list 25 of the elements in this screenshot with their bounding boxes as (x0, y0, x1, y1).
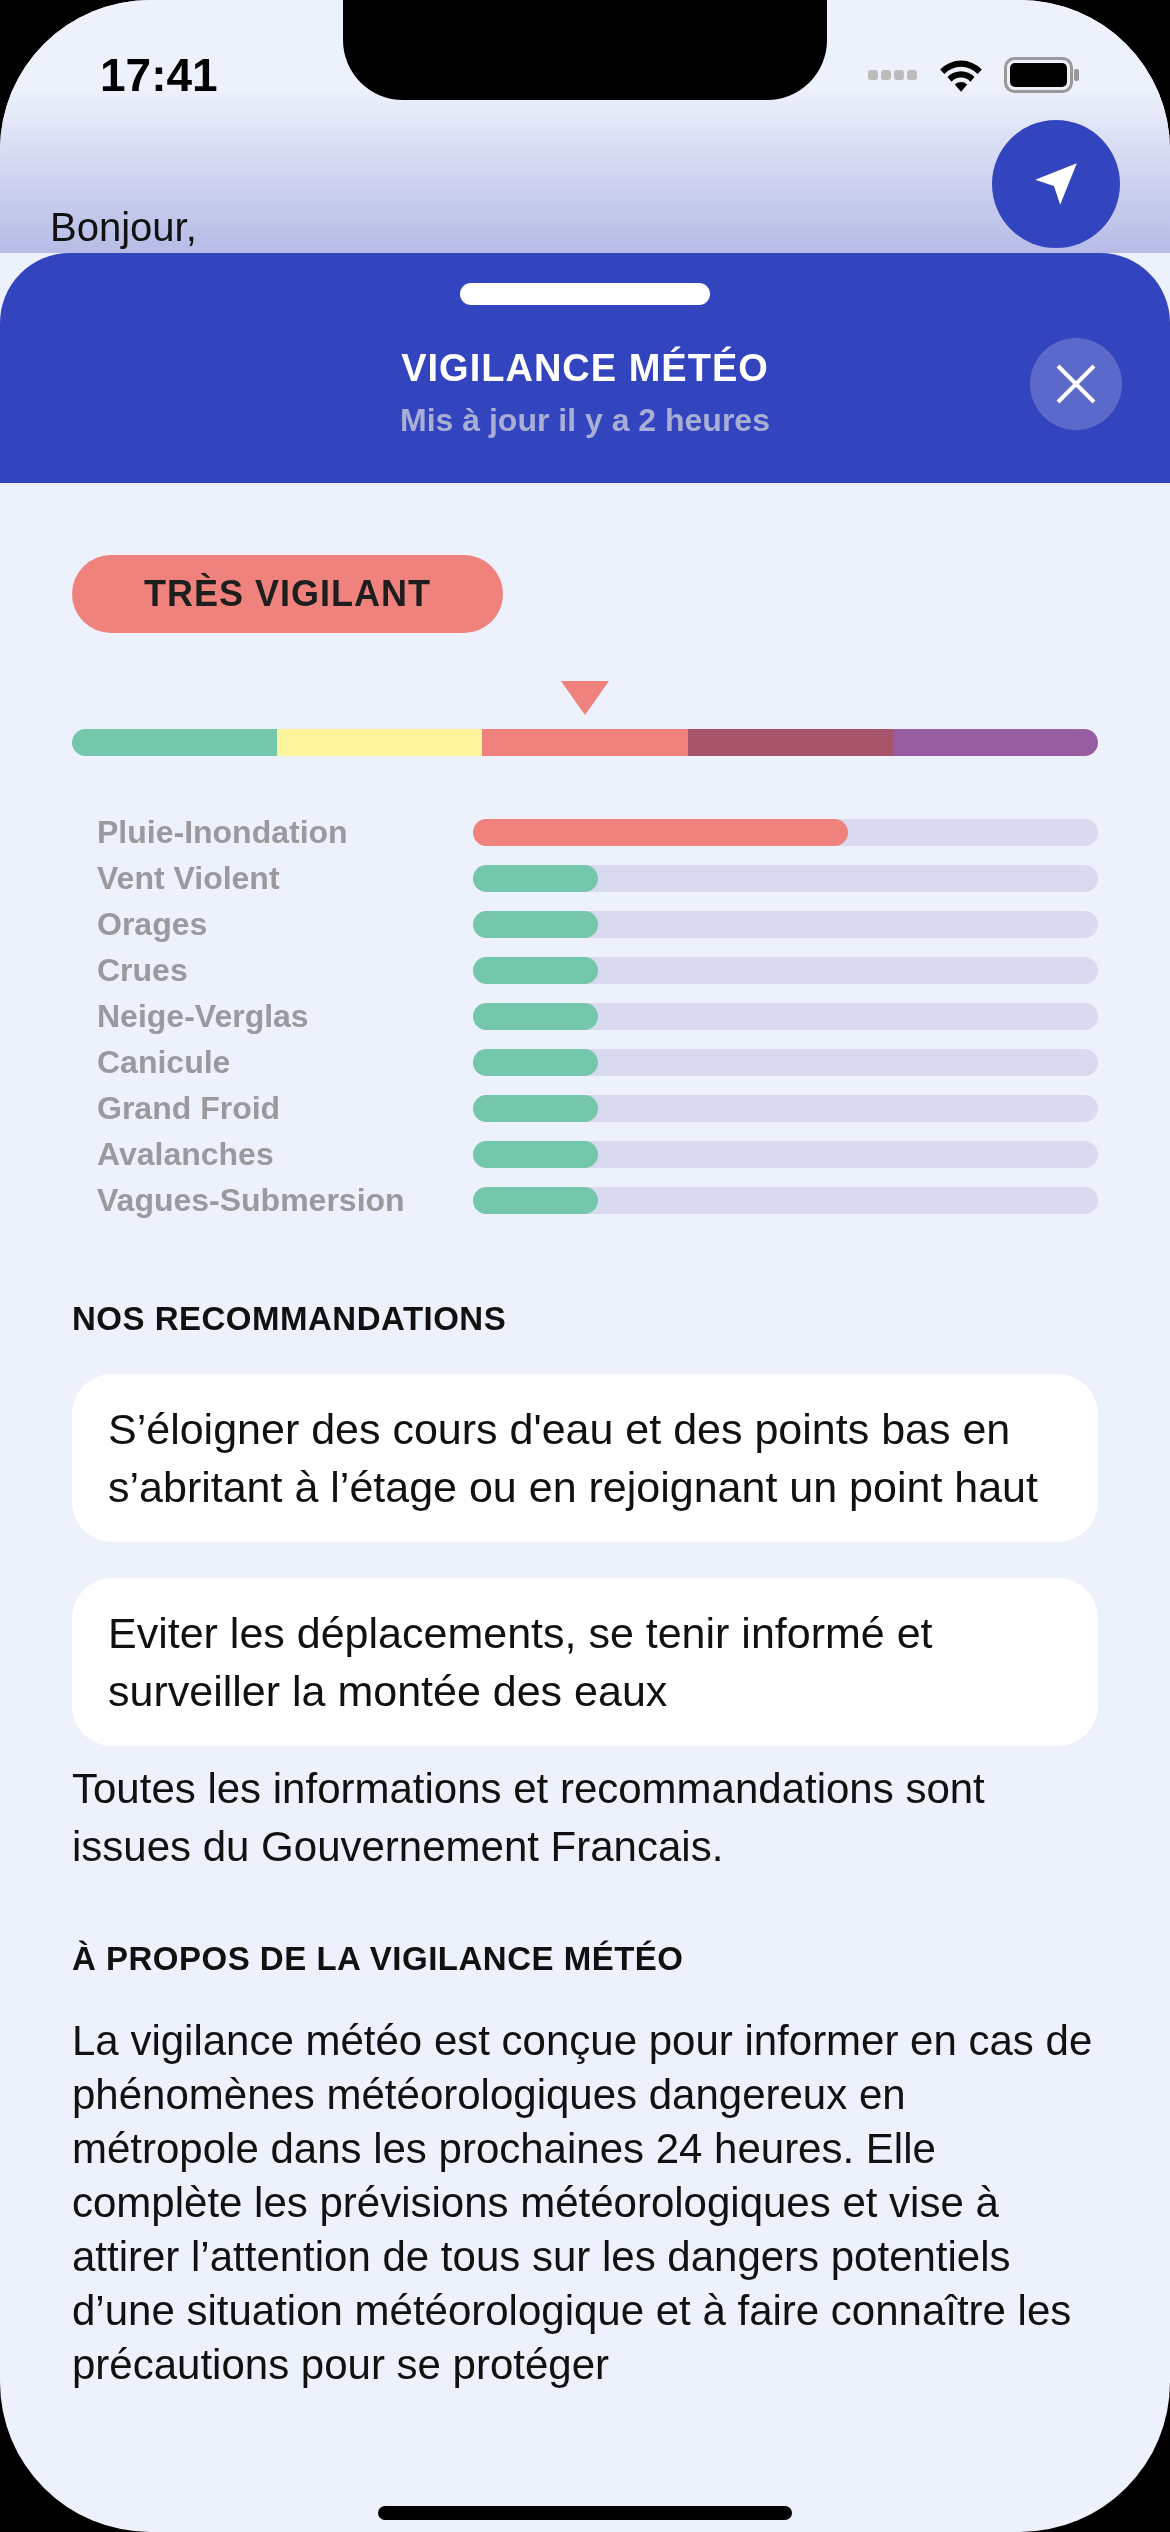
status-time: 17:41 (100, 48, 218, 102)
vigilance-level-badge: TRÈS VIGILANT (72, 555, 503, 633)
risk-label: Crues (97, 952, 189, 989)
about-paragraph: La vigilance météo est conçue pour informer en cas de phénomènes météorologiques dangereux en métropole dans les prochaines 24 heures. Elle complète les prévisions météorologiques et vise à attirer l’attention de tous sur les dangers potentiels d’une situation météorologique et à faire connaître les précautions pour se protéger (72, 2016, 1094, 2390)
level-pointer-icon (561, 681, 609, 715)
greeting-text: Bonjour, (50, 205, 197, 250)
risk-label: Neige-Verglas (97, 998, 310, 1035)
risk-label: Canicule (97, 1044, 232, 1081)
section-title: À PROPOS DE LA VIGILANCE MÉTÉO (72, 1940, 685, 1978)
sheet-title: VIGILANCE MÉTÉO (401, 347, 769, 390)
section-title: NOS RECOMMANDATIONS (72, 1300, 508, 1338)
risk-label: Vagues-Submersion (97, 1182, 406, 1219)
risk-label: Pluie-Inondation (97, 814, 349, 851)
recommendation-card: S’éloigner des cours d'eau et des points bas en s’abritant à l’étage ou en rejoignant un point haut (72, 1374, 1098, 1542)
drag-handle[interactable] (460, 283, 710, 305)
sheet-subtitle: Mis à jour il y a 2 heures (400, 402, 770, 439)
risk-label: Avalanches (97, 1136, 275, 1173)
risk-label: Vent Violent (97, 860, 281, 897)
battery-icon (1004, 57, 1080, 93)
source-text: Toutes les informations et recommandations sont issues du Gouvernement Francais. (72, 1764, 986, 1872)
risk-label: Orages (97, 906, 209, 943)
recommendation-card: Eviter les déplacements, se tenir informé et surveiller la montée des eaux (72, 1578, 1098, 1746)
risk-label: Grand Froid (97, 1090, 282, 1127)
close-icon (1054, 362, 1098, 406)
signal-icon (868, 68, 918, 82)
